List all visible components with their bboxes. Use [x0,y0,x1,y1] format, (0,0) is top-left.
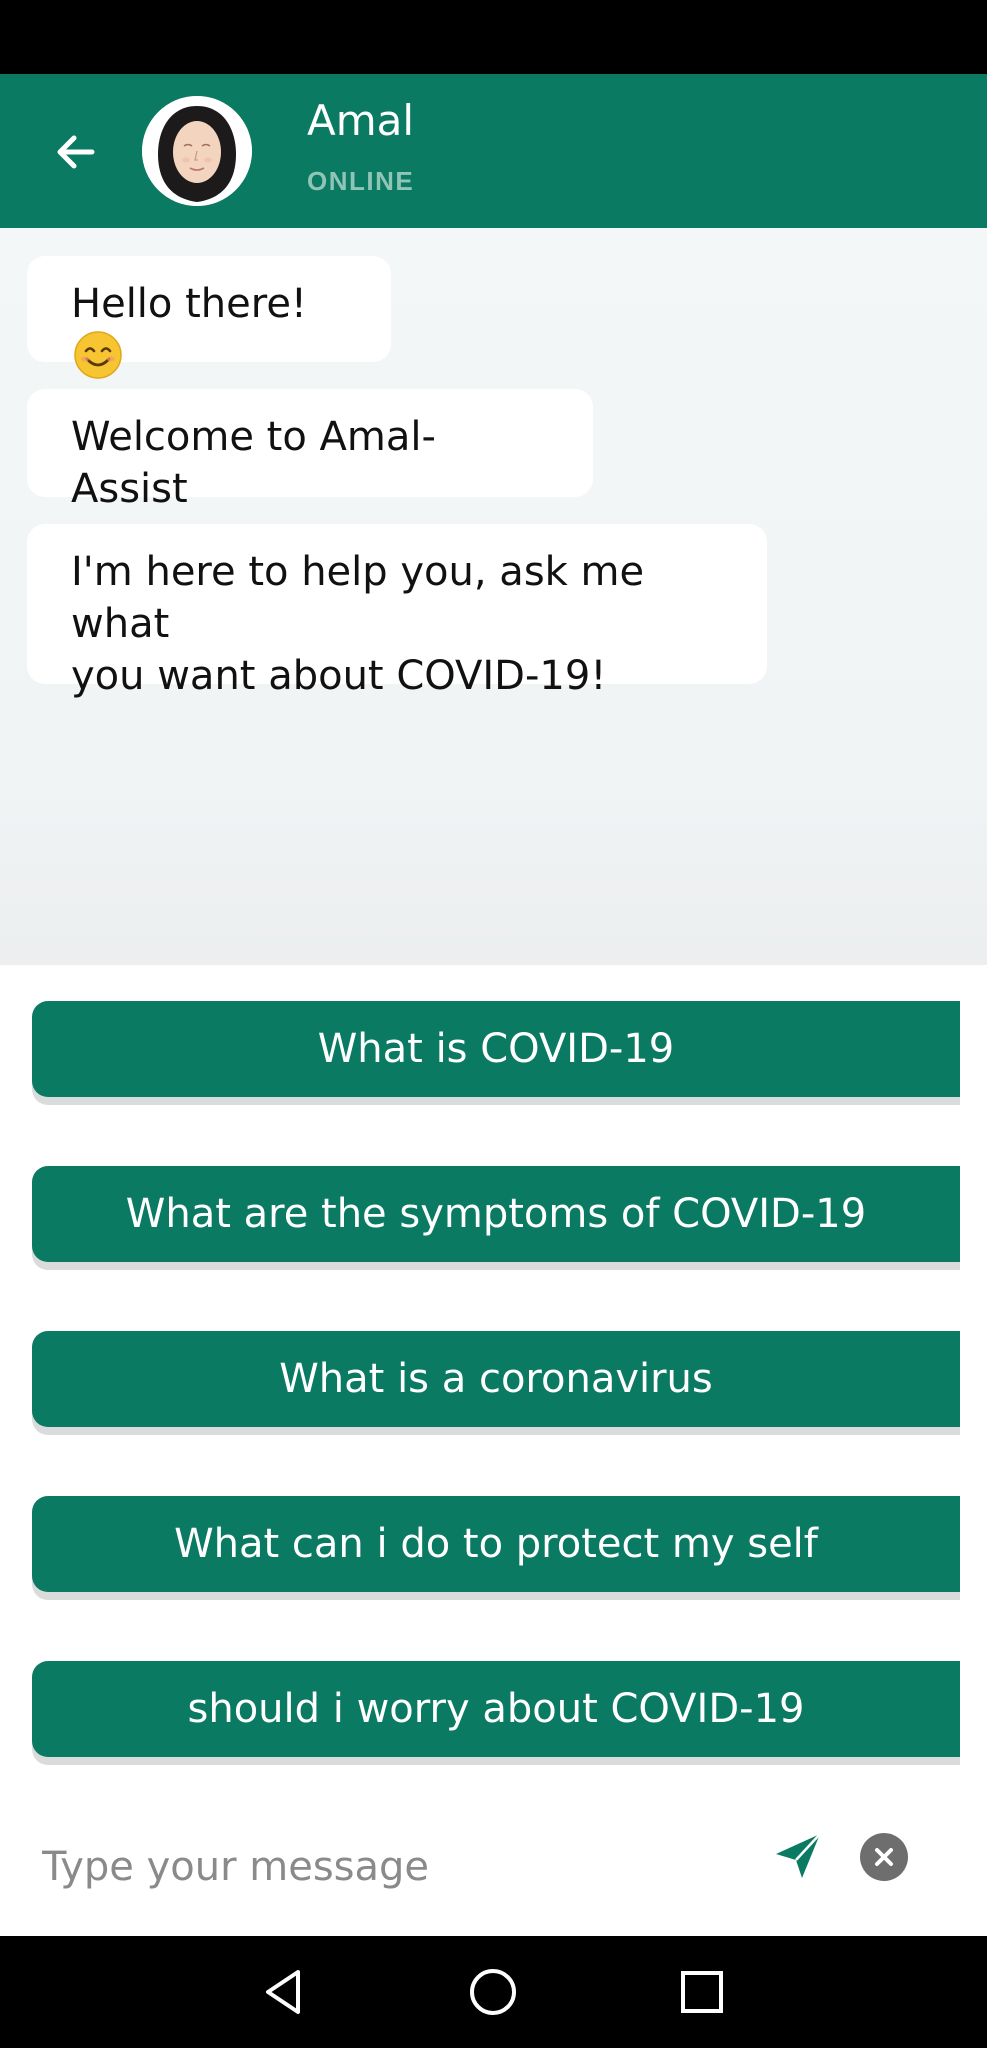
chat-bubble: I'm here to help you, ask me what you wa… [27,524,767,699]
triangle-back-icon [266,1970,300,2014]
contact-status: ONLINE [307,166,415,196]
avatar-illustration [142,96,252,206]
system-nav-bar [0,1936,987,2048]
suggestion-button[interactable]: What is COVID-19 [32,1001,960,1097]
send-button[interactable] [770,1828,826,1884]
suggestion-button[interactable]: What are the symptoms of COVID-19 [32,1166,960,1262]
chat-bubble: Welcome to Amal-Assist [27,389,593,512]
suggestions-panel: What is COVID-19 What are the symptoms o… [0,965,987,1800]
chat-header: Amal ONLINE [0,74,987,228]
circle-home-icon [470,1969,516,2015]
close-icon [875,1848,893,1866]
contact-name: Amal [307,96,415,145]
suggestion-button[interactable]: What can i do to protect my self [32,1496,960,1592]
send-icon [776,1833,821,1878]
message-composer [0,1800,987,1936]
suggestion-button[interactable]: What is a coronavirus [32,1331,960,1427]
chat-bubble: Hello there! [27,256,391,379]
message-text-line: I'm here to help you, ask me what [71,549,645,647]
status-bar [0,0,987,74]
nav-back-button[interactable] [258,1966,310,2018]
nav-home-button[interactable] [467,1966,519,2018]
chat-messages[interactable]: Hello there! Welcome to Amal-Assist I'm … [0,228,987,965]
message-text: Welcome to Amal-Assist [71,414,436,512]
message-text: Hello there! [71,281,307,327]
message-input[interactable] [42,1828,742,1906]
clear-button[interactable] [860,1833,908,1881]
message-text-line: you want about COVID-19! [71,653,607,699]
nav-recents-button[interactable] [676,1966,728,2018]
square-recents-icon [681,1971,723,2013]
smiling-face-emoji-icon [74,331,122,379]
back-button[interactable] [48,124,104,180]
avatar[interactable] [142,96,252,206]
suggestion-button[interactable]: should i worry about COVID-19 [32,1661,960,1757]
arrow-left-icon [57,135,95,169]
